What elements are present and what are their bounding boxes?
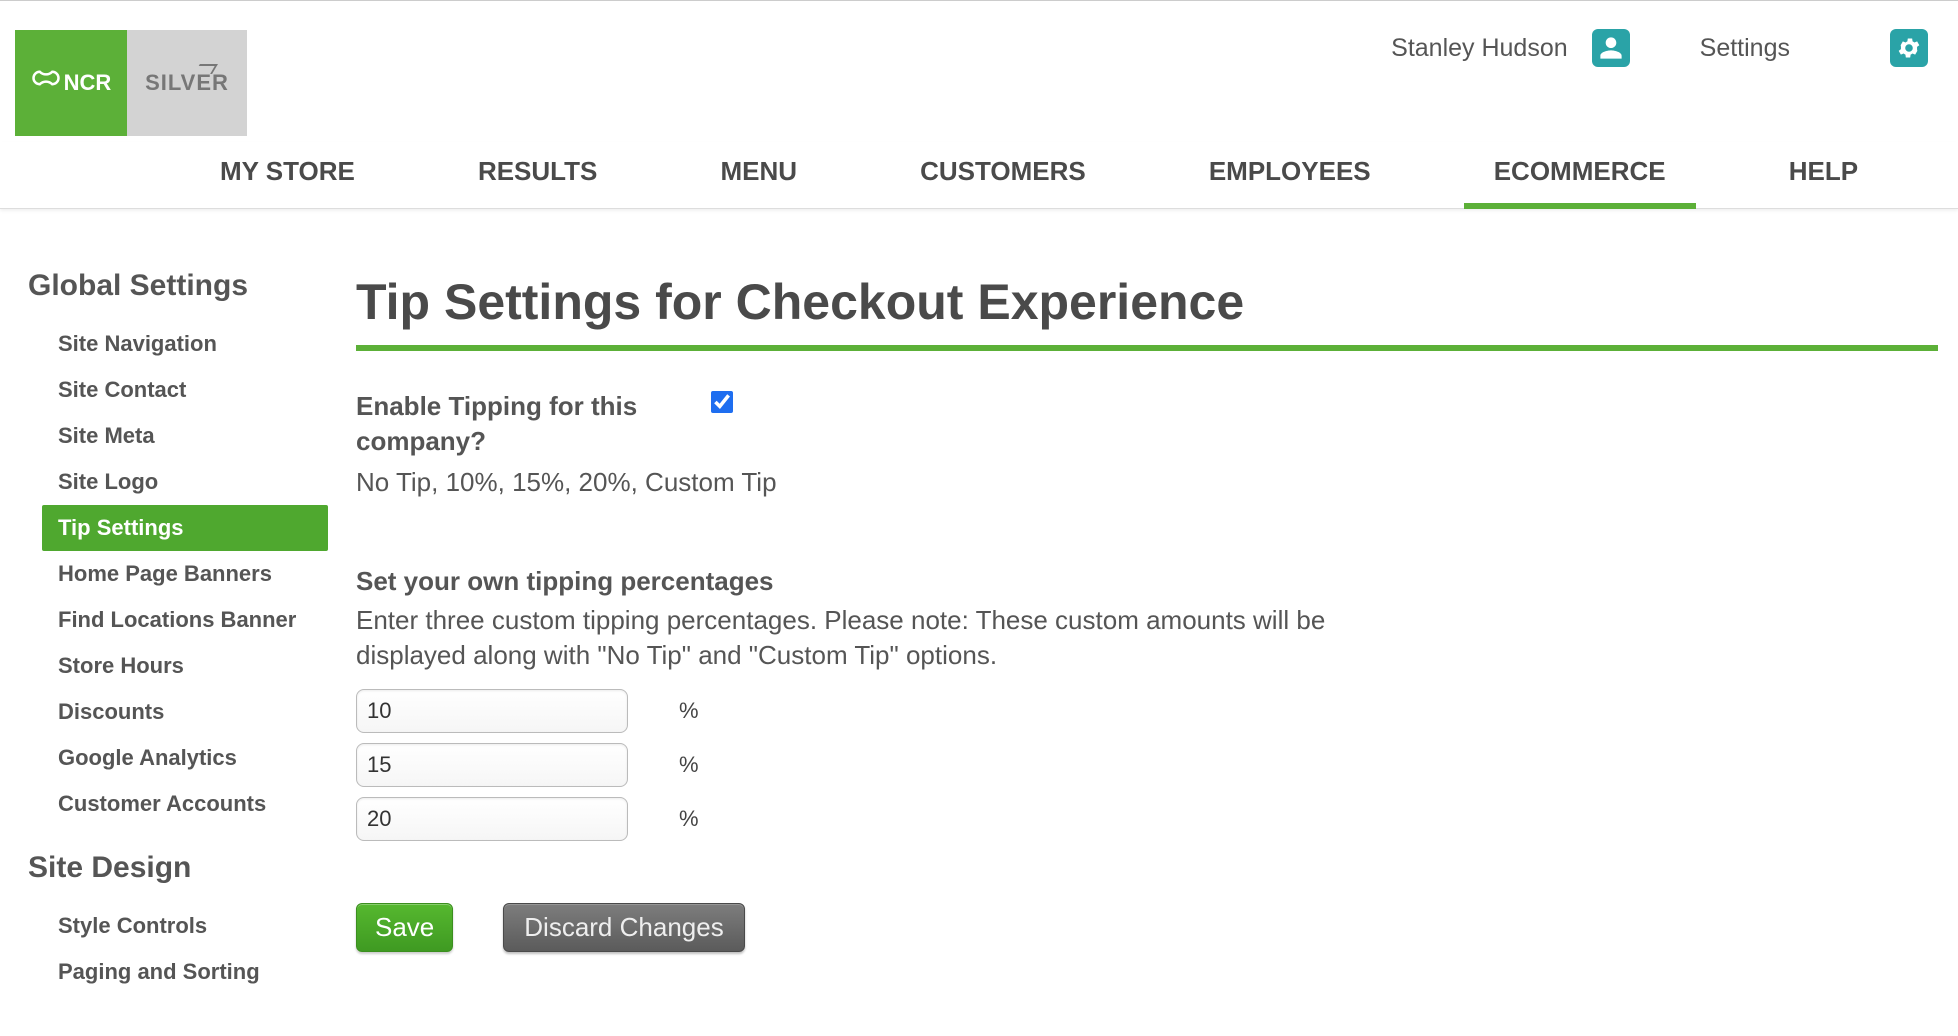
sidebar-item-discounts[interactable]: Discounts <box>42 689 328 735</box>
ncr-logo-text: NCR <box>64 70 112 96</box>
content: Tip Settings for Checkout Experience Ena… <box>328 269 1938 995</box>
pct-input-1[interactable] <box>357 692 665 730</box>
page-title: Tip Settings for Checkout Experience <box>356 273 1938 331</box>
pct-field-3: % <box>356 797 628 841</box>
user-name[interactable]: Stanley Hudson <box>1391 34 1568 63</box>
enable-tipping-label: Enable Tipping for this company? <box>356 389 711 459</box>
nav-tab-ecommerce[interactable]: ECOMMERCE <box>1464 142 1696 209</box>
sidebar-item-site-logo[interactable]: Site Logo <box>42 459 328 505</box>
gear-icon[interactable] <box>1890 29 1928 67</box>
user-icon[interactable] <box>1592 29 1630 67</box>
own-percentages-heading: Set your own tipping percentages <box>356 566 1938 597</box>
pct-suffix-2: % <box>665 752 713 778</box>
sidebar-item-site-contact[interactable]: Site Contact <box>42 367 328 413</box>
sidebar-item-google-analytics[interactable]: Google Analytics <box>42 735 328 781</box>
sidebar-item-tip-settings[interactable]: Tip Settings <box>42 505 328 551</box>
sidebar-item-paging-sorting[interactable]: Paging and Sorting <box>42 949 328 995</box>
sidebar-item-style-controls[interactable]: Style Controls <box>42 903 328 949</box>
pct-field-1: % <box>356 689 628 733</box>
pct-suffix-1: % <box>665 698 713 724</box>
sidebar-item-customer-accounts[interactable]: Customer Accounts <box>42 781 328 827</box>
main-nav: MY STORE RESULTS MENU CUSTOMERS EMPLOYEE… <box>0 142 1958 209</box>
pct-suffix-3: % <box>665 806 713 832</box>
topbar: Stanley Hudson Settings <box>0 0 1958 48</box>
sidebar-section-global: Global Settings <box>28 269 328 303</box>
silver-logo-text: SILVER <box>145 70 229 96</box>
pct-field-2: % <box>356 743 628 787</box>
discard-changes-button[interactable]: Discard Changes <box>503 903 744 952</box>
sidebar-item-home-page-banners[interactable]: Home Page Banners <box>42 551 328 597</box>
enable-tipping-checkbox[interactable] <box>711 391 733 413</box>
sidebar-item-site-meta[interactable]: Site Meta <box>42 413 328 459</box>
tip-presets-text: No Tip, 10%, 15%, 20%, Custom Tip <box>356 467 1938 498</box>
title-rule <box>356 345 1938 351</box>
nav-tab-customers[interactable]: CUSTOMERS <box>890 142 1116 208</box>
sidebar-item-site-navigation[interactable]: Site Navigation <box>42 321 328 367</box>
sidebar: Global Settings Site Navigation Site Con… <box>28 269 328 995</box>
sidebar-item-store-hours[interactable]: Store Hours <box>42 643 328 689</box>
nav-tab-menu[interactable]: MENU <box>690 142 827 208</box>
save-button[interactable]: Save <box>356 903 453 952</box>
settings-link[interactable]: Settings <box>1700 34 1790 63</box>
own-percentages-help: Enter three custom tipping percentages. … <box>356 603 1356 673</box>
pct-input-3[interactable] <box>357 800 665 838</box>
pct-input-2[interactable] <box>357 746 665 784</box>
nav-tab-employees[interactable]: EMPLOYEES <box>1179 142 1401 208</box>
nav-tab-help[interactable]: HELP <box>1759 142 1888 208</box>
nav-tab-mystore[interactable]: MY STORE <box>190 142 385 208</box>
silver-logo[interactable]: SILVER <box>127 30 247 136</box>
sidebar-section-site-design: Site Design <box>28 851 328 885</box>
nav-tab-results[interactable]: RESULTS <box>448 142 627 208</box>
sidebar-item-find-locations-banner[interactable]: Find Locations Banner <box>42 597 328 643</box>
